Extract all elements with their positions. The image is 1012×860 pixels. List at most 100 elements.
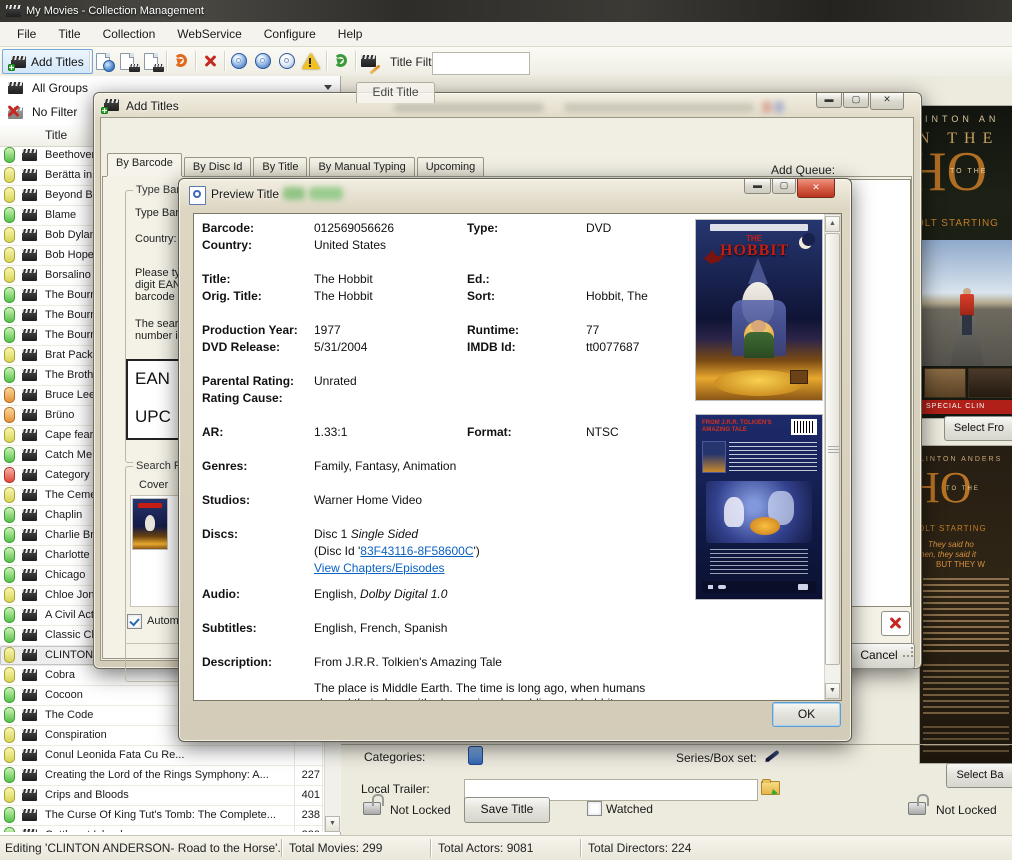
status-pill — [4, 207, 15, 223]
status-pill — [4, 147, 15, 163]
tab[interactable]: By Disc Id — [184, 157, 252, 176]
disc-arrow-icon[interactable] — [229, 51, 250, 72]
title-clapper-icon — [22, 809, 37, 821]
status-pill — [4, 527, 15, 543]
status-pill — [4, 427, 15, 443]
lock-open-icon[interactable] — [363, 802, 381, 815]
title-clapper-icon — [22, 269, 37, 281]
menu-item[interactable]: Title — [47, 24, 91, 44]
save-document-icon[interactable] — [118, 51, 139, 72]
delete-title-icon[interactable] — [200, 51, 221, 72]
remove-queue-button[interactable] — [881, 611, 910, 636]
cover-art-shape — [138, 503, 162, 508]
scroll-up-icon[interactable]: ▲ — [825, 216, 840, 232]
search-hint-line: number i — [135, 330, 178, 342]
chevron-down-icon[interactable] — [324, 85, 332, 90]
ean-sample-label: EAN — [135, 369, 170, 389]
scrollbar-thumb[interactable] — [825, 233, 840, 665]
status-separator — [281, 839, 282, 857]
title-label: Creating the Lord of the Rings Symphony:… — [45, 769, 291, 781]
minimize-button[interactable]: ▬ — [816, 93, 842, 108]
resize-grip[interactable] — [903, 647, 913, 657]
title-clapper-icon — [22, 489, 37, 501]
audio-text: English, — [314, 587, 360, 601]
title-column-label: Title — [45, 128, 67, 142]
disc-id-link[interactable]: 83F43116-8F58600C — [360, 544, 473, 558]
list-item[interactable]: Creating the Lord of the Rings Symphony:… — [0, 766, 340, 786]
field-label: Orig. Title: — [202, 289, 262, 303]
edit-clapper-icon[interactable] — [360, 51, 381, 72]
cover-art-fire — [750, 517, 780, 535]
title-filter-input[interactable] — [432, 52, 530, 75]
lock-open-icon[interactable] — [908, 802, 926, 815]
view-chapters-link[interactable]: View Chapters/Episodes — [314, 561, 445, 575]
menu-item[interactable]: Configure — [253, 24, 327, 44]
preview-scrollbar[interactable]: ▲ ▼ — [824, 214, 841, 700]
select-front-button[interactable]: Select Fro — [944, 416, 1012, 441]
preview-icon — [189, 186, 206, 205]
folder-open-icon[interactable] — [761, 781, 780, 795]
menu-item[interactable]: Collection — [92, 24, 167, 44]
title-clapper-icon — [22, 729, 37, 741]
add-titles-button[interactable]: Add Titles — [2, 49, 93, 74]
redacted-blur — [564, 103, 754, 112]
save-title-button[interactable]: Save Title — [464, 797, 550, 823]
tab[interactable]: By Barcode — [107, 153, 182, 176]
add-titles-icon — [11, 56, 26, 68]
preview-content: Barcode: 012569056626 Type: DVD Country:… — [193, 213, 842, 701]
title-clapper-icon — [22, 389, 37, 401]
minimize-button[interactable]: ▬ — [744, 179, 771, 194]
title-clapper-icon — [22, 149, 37, 161]
tab[interactable]: By Title — [253, 157, 307, 176]
scroll-down-icon[interactable]: ▼ — [825, 683, 840, 699]
field-label: IMDB Id: — [467, 340, 516, 354]
add-titles-dialog-icon — [104, 99, 119, 111]
export-web-document-icon[interactable] — [94, 51, 115, 72]
cover-column-header[interactable]: Cover — [139, 479, 168, 491]
list-item[interactable]: Conul Leonida Fata Cu Re... — [0, 746, 340, 766]
scroll-down-icon[interactable]: ▼ — [325, 816, 340, 832]
tab-edit-title[interactable]: Edit Title — [356, 82, 435, 103]
status-total-movies: Total Movies: 299 — [289, 841, 382, 855]
status-pill — [4, 807, 15, 823]
title-clapper-icon — [22, 649, 37, 661]
warning-icon[interactable] — [301, 51, 322, 72]
statusbar: Editing 'CLINTON ANDERSON- Road to the H… — [0, 835, 1012, 860]
field-label: Format: — [467, 425, 512, 439]
sync-icon[interactable] — [331, 51, 352, 72]
select-back-button[interactable]: Select Ba — [946, 763, 1012, 788]
title-clapper-icon — [22, 629, 37, 641]
list-item[interactable]: Cutthroat Island 280 — [0, 826, 340, 832]
redacted-green-blur — [283, 187, 305, 200]
ok-button[interactable]: OK — [772, 702, 841, 727]
disc-user-icon[interactable] — [253, 51, 274, 72]
field-value: Unrated — [314, 374, 357, 388]
list-item[interactable]: The Curse Of King Tut's Tomb: The Comple… — [0, 806, 340, 826]
toolbar-separator — [224, 51, 225, 71]
title-clapper-icon — [22, 169, 37, 181]
auto-add-checkbox[interactable] — [127, 614, 142, 629]
list-item[interactable]: Crips and Bloods 401 — [0, 786, 340, 806]
categories-icon[interactable] — [468, 746, 483, 765]
categories-label: Categories: — [364, 750, 425, 764]
menu-item[interactable]: File — [6, 24, 47, 44]
watched-checkbox[interactable] — [587, 801, 602, 816]
tab[interactable]: By Manual Typing — [309, 157, 414, 176]
upc-sample-label: UPC — [135, 407, 171, 427]
maximize-button[interactable]: ▢ — [772, 179, 796, 194]
title-label: Conul Leonida Fata Cu Re... — [45, 749, 291, 761]
menu-item[interactable]: Help — [327, 24, 374, 44]
disc-icon[interactable] — [277, 51, 298, 72]
series-pen-icon[interactable] — [765, 750, 779, 762]
close-button[interactable]: ✕ — [870, 93, 904, 110]
front-cover-image: LINTON AN N THE HO TO THE OLT STARTING S… — [922, 106, 1012, 418]
cover-art-figure-shirt — [960, 294, 974, 316]
add-titles-label: Add Titles — [31, 55, 84, 69]
menu-item[interactable]: WebService — [166, 24, 252, 44]
maximize-button[interactable]: ▢ — [843, 93, 869, 108]
close-button[interactable]: ✕ — [797, 179, 835, 198]
tab[interactable]: Upcoming — [417, 157, 485, 176]
status-pill — [4, 327, 15, 343]
refresh-covers-icon[interactable] — [171, 51, 192, 72]
export-document-icon[interactable] — [142, 51, 163, 72]
